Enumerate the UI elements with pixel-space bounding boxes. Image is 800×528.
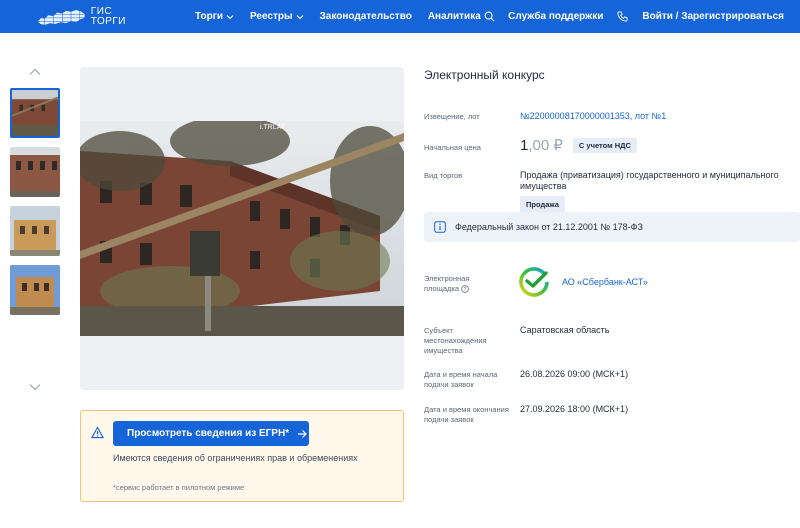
subject-label-line-2: местонахождения xyxy=(424,336,487,345)
end-label-line-2: подачи заявок xyxy=(424,415,474,424)
trade-type-line-1: Продажа (приватизация) государственного … xyxy=(520,170,779,180)
price-label: Начальная цена xyxy=(424,143,481,152)
trade-type-label: Вид торгов xyxy=(424,171,463,180)
end-value: 27.09.2026 18:00 (МСК+1) xyxy=(520,404,629,414)
end-label-line-1: Дата и время окончания xyxy=(424,405,509,414)
trade-type-line-2: имущества xyxy=(520,181,567,191)
start-label-line-2: подачи заявок xyxy=(424,380,474,389)
nav-analytics[interactable]: Аналитика xyxy=(428,11,481,22)
building-photo-thumb xyxy=(10,206,60,256)
info-icon xyxy=(434,221,446,233)
platform-label-line-1: Электронная xyxy=(424,274,470,283)
photo-thumbnail-1[interactable] xyxy=(10,88,60,138)
nav-torgi[interactable]: Торги xyxy=(195,11,234,22)
nav-analytics-label: Аналитика xyxy=(427,11,481,22)
building-photo-thumb xyxy=(10,265,60,315)
platform-label-line-2: площадка ? xyxy=(424,284,469,294)
arrow-right-icon xyxy=(298,429,307,438)
platform-link[interactable]: АО «Сбербанк-АСТ» xyxy=(518,266,648,298)
nav-legislation-label: Законодательство xyxy=(319,11,412,22)
chevron-down-icon xyxy=(296,14,303,19)
law-info: Федеральный закон от 21.12.2001 № 178-ФЗ xyxy=(424,212,800,242)
chevron-down-icon xyxy=(226,14,234,19)
start-price: 1,00 ₽ С учетом НДС xyxy=(520,136,637,154)
law-text: Федеральный закон от 21.12.2001 № 178-ФЗ xyxy=(455,222,643,232)
site-logo[interactable]: ГИС ТОРГИ xyxy=(36,3,126,30)
subject-label-line-1: Субъект xyxy=(424,326,453,335)
nav-torgi-label: Торги xyxy=(195,11,224,22)
chevron-up-icon[interactable] xyxy=(29,68,41,76)
nav-legislation[interactable]: Законодательство xyxy=(320,11,412,22)
egrn-panel: Просмотреть сведения из ЕГРН* Имеются св… xyxy=(80,410,404,502)
photo-watermark: i.TRLAT xyxy=(260,124,286,131)
platform-label: Электронная площадка ? xyxy=(424,274,469,294)
logo-line-1: ГИС xyxy=(90,5,113,17)
subject-label: Субъект местонахождения имущества xyxy=(424,326,487,356)
notice-label: Извещение, лот xyxy=(424,112,480,121)
procedure-type: Электронный конкурс xyxy=(424,68,545,82)
svg-text:?: ? xyxy=(464,287,467,293)
platform-name: АО «Сбербанк-АСТ» xyxy=(562,277,648,287)
start-label-line-1: Дата и время начала xyxy=(424,370,498,379)
building-photo-thumb xyxy=(10,147,60,197)
photo-thumbnail-2[interactable] xyxy=(10,147,60,197)
subject-label-line-3: имущества xyxy=(424,346,463,355)
main-photo[interactable]: i.TRLAT xyxy=(80,121,404,336)
trade-type-value: Продажа (приватизация) государственного … xyxy=(520,170,779,213)
photo-gallery: i.TRLAT xyxy=(80,67,404,390)
main-nav: Торги Реестры Законодательство Аналитика xyxy=(195,0,497,33)
trade-tag: Продажа xyxy=(520,196,565,213)
price-integer: 1 xyxy=(520,136,529,154)
subject-value: Саратовская область xyxy=(520,325,610,335)
start-label: Дата и время начала подачи заявок xyxy=(424,370,497,390)
sberbank-logo-icon xyxy=(519,267,549,297)
top-header: ГИС ТОРГИ Торги Реестры Законодательство… xyxy=(0,0,800,33)
logo-text: ГИС ТОРГИ xyxy=(90,5,126,27)
egrn-message: Имеются сведения об ограничениях прав и … xyxy=(113,453,358,463)
egrn-note: *сервис работает в пилотном режиме xyxy=(113,483,245,492)
vat-tag: С учетом НДС xyxy=(572,137,637,153)
phone-icon[interactable] xyxy=(617,11,628,22)
start-value: 26.08.2026 09:00 (МСК+1) xyxy=(520,369,629,379)
egrn-button-label: Просмотреть сведения из ЕГРН* xyxy=(127,428,290,439)
chevron-down-icon[interactable] xyxy=(29,383,41,391)
nav-reestry-label: Реестры xyxy=(250,11,293,22)
notice-link[interactable]: №22000008170000001353, лот №1 xyxy=(520,111,666,122)
end-label: Дата и время окончания подачи заявок xyxy=(424,405,509,425)
photo-thumbnail-3[interactable] xyxy=(10,206,60,256)
logo-line-2: ТОРГИ xyxy=(90,15,126,27)
warning-icon xyxy=(91,426,104,439)
price-decimal: ,00 ₽ xyxy=(528,137,563,154)
support-link[interactable]: Служба поддержки xyxy=(508,11,603,22)
russia-map-icon xyxy=(36,6,87,27)
search-icon[interactable] xyxy=(484,11,495,22)
photo-thumbnail-4[interactable] xyxy=(10,265,60,315)
login-link[interactable]: Войти / Зарегистрироваться xyxy=(642,11,784,22)
header-actions: Служба поддержки Войти / Зарегистрироват… xyxy=(484,0,784,33)
nav-reestry[interactable]: Реестры xyxy=(250,11,304,22)
egrn-view-button[interactable]: Просмотреть сведения из ЕГРН* xyxy=(113,421,309,446)
building-photo: i.TRLAT xyxy=(80,121,404,336)
building-photo-thumb xyxy=(12,90,58,136)
help-icon[interactable]: ? xyxy=(461,285,469,293)
